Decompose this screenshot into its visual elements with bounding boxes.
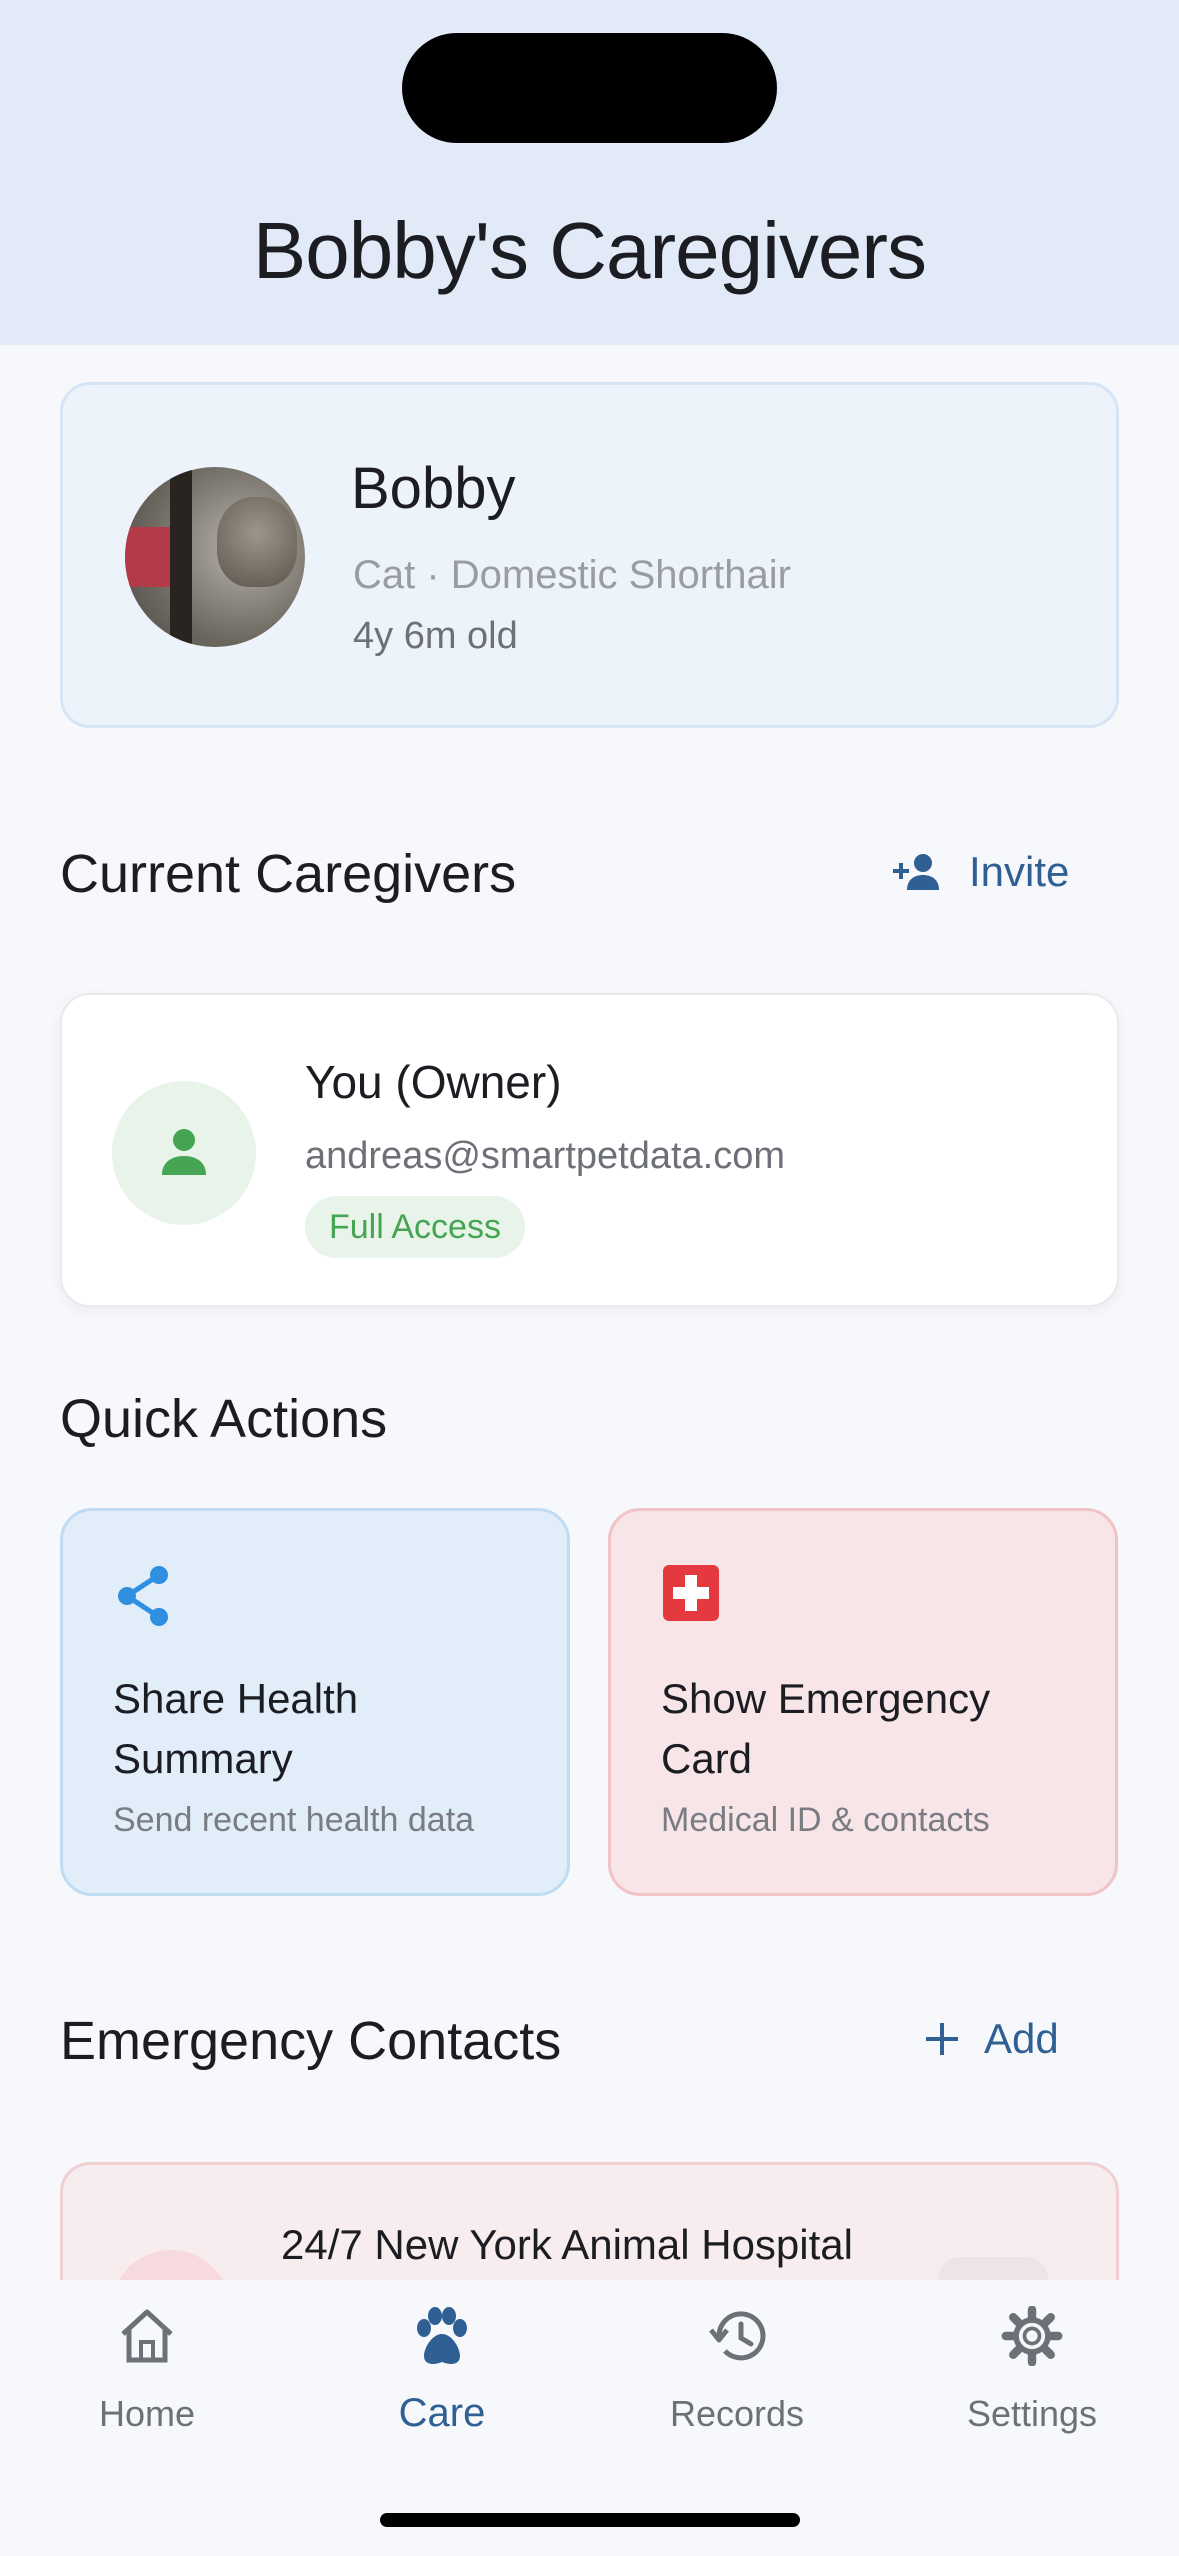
caregiver-email: andreas@smartpetdata.com	[305, 1135, 786, 1177]
home-indicator	[380, 2513, 800, 2527]
caregiver-name: You (Owner)	[305, 1056, 562, 1108]
nav-label-records: Records	[669, 2393, 805, 2434]
access-badge: Full Access	[305, 1196, 525, 1258]
dynamic-island	[402, 33, 777, 143]
add-label: Add	[984, 2015, 1059, 2062]
person-add-icon	[893, 852, 947, 892]
pet-profile-card[interactable]: Bobby Cat · Domestic Shorthair 4y 6m old	[60, 382, 1119, 728]
nav-item-home[interactable]: Home	[17, 2306, 277, 2435]
contact-name: 24/7 New York Animal Hospital	[281, 2221, 853, 2268]
add-contact-button[interactable]: Add	[922, 2015, 1059, 2063]
invite-button[interactable]: Invite	[893, 848, 1069, 896]
pet-name: Bobby	[351, 456, 516, 521]
page-title: Bobby's Caregivers	[252, 206, 927, 295]
caregiver-avatar	[112, 1081, 256, 1225]
nav-label-settings: Settings	[966, 2393, 1098, 2434]
share-icon	[115, 1565, 171, 1632]
nav-item-settings[interactable]: Settings	[902, 2305, 1162, 2435]
share-health-summary-title: Share Health Summary	[113, 1675, 359, 1782]
show-emergency-card-button[interactable]: Show Emergency Card Medical ID & contact…	[608, 1508, 1118, 1896]
nav-label-care: Care	[398, 2391, 486, 2435]
show-emergency-card-subtitle: Medical ID & contacts	[661, 1801, 990, 1839]
pet-avatar	[125, 467, 305, 647]
invite-label: Invite	[969, 848, 1070, 895]
emergency-contacts-section-title: Emergency Contacts	[60, 2011, 562, 2071]
nav-label-home: Home	[98, 2393, 196, 2434]
pet-age: 4y 6m old	[353, 615, 518, 657]
history-icon	[705, 2306, 769, 2371]
nav-item-records[interactable]: Records	[607, 2306, 867, 2435]
caregiver-card[interactable]: You (Owner) andreas@smartpetdata.com Ful…	[60, 993, 1119, 1307]
pet-breed: Cat · Domestic Shorthair	[353, 553, 791, 597]
nav-item-care[interactable]: Care	[312, 2306, 572, 2436]
caregivers-section-title: Current Caregivers	[60, 844, 517, 904]
home-icon	[115, 2306, 179, 2371]
person-icon	[158, 1125, 210, 1182]
quick-actions-section-title: Quick Actions	[60, 1389, 388, 1449]
share-health-summary-button[interactable]: Share Health Summary Send recent health …	[60, 1508, 570, 1896]
medical-cross-icon	[663, 1565, 719, 1626]
share-health-summary-subtitle: Send recent health data	[113, 1801, 475, 1839]
header: Bobby's Caregivers	[0, 0, 1179, 345]
show-emergency-card-title: Show Emergency Card	[661, 1675, 991, 1782]
gear-icon	[1000, 2305, 1064, 2371]
plus-icon	[922, 2019, 962, 2059]
paw-icon	[410, 2306, 474, 2375]
